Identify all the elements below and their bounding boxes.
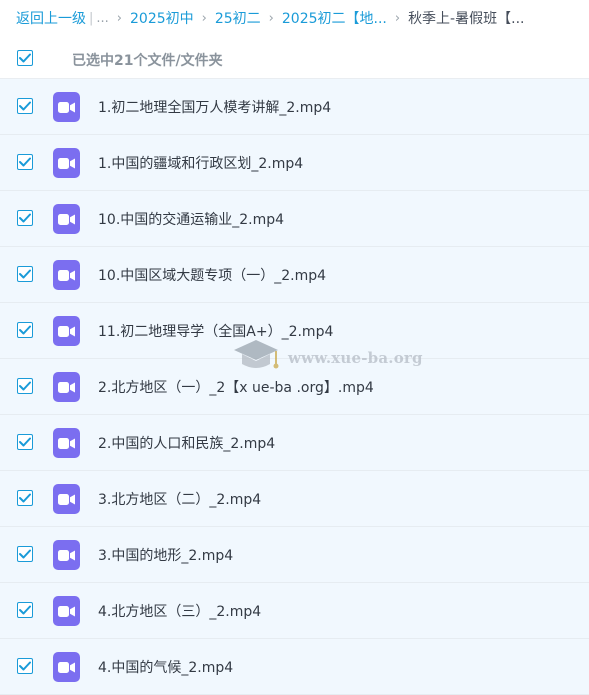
breadcrumb-separator: › bbox=[116, 10, 122, 26]
file-name[interactable]: 2.北方地区（一）_2【x ue-ba .org】.mp4 bbox=[98, 377, 374, 397]
file-checkbox[interactable] bbox=[17, 602, 33, 618]
file-row[interactable]: 10.中国的交通运输业_2.mp4 bbox=[0, 191, 589, 247]
file-checkbox[interactable] bbox=[17, 210, 33, 226]
file-name[interactable]: 10.中国的交通运输业_2.mp4 bbox=[98, 209, 284, 229]
video-file-icon bbox=[53, 652, 80, 682]
video-file-icon bbox=[53, 148, 80, 178]
checkmark-icon bbox=[19, 493, 31, 503]
breadcrumb-separator: › bbox=[394, 10, 401, 26]
file-row[interactable]: 4.中国的气候_2.mp4 bbox=[0, 639, 589, 695]
file-checkbox[interactable] bbox=[17, 378, 33, 394]
video-file-icon bbox=[53, 484, 80, 514]
file-checkbox[interactable] bbox=[17, 658, 33, 674]
breadcrumb-pipe: | bbox=[89, 10, 94, 26]
video-file-icon bbox=[53, 260, 80, 290]
file-row[interactable]: 11.初二地理导学（全国A+）_2.mp4 bbox=[0, 303, 589, 359]
checkmark-icon bbox=[19, 549, 31, 559]
file-name[interactable]: 11.初二地理导学（全国A+）_2.mp4 bbox=[98, 321, 333, 341]
video-file-icon bbox=[53, 92, 80, 122]
checkmark-icon bbox=[19, 213, 31, 223]
file-name[interactable]: 3.中国的地形_2.mp4 bbox=[98, 545, 233, 565]
file-name[interactable]: 4.北方地区（三）_2.mp4 bbox=[98, 601, 261, 621]
breadcrumb-separator: › bbox=[201, 10, 207, 26]
file-name[interactable]: 2.中国的人口和民族_2.mp4 bbox=[98, 433, 275, 453]
file-row[interactable]: 10.中国区域大题专项（一）_2.mp4 bbox=[0, 247, 589, 303]
file-checkbox[interactable] bbox=[17, 434, 33, 450]
file-name[interactable]: 1.中国的疆域和行政区划_2.mp4 bbox=[98, 153, 303, 173]
breadcrumb-item-25-grade8[interactable]: 25初二 bbox=[215, 8, 261, 28]
video-file-icon bbox=[53, 204, 80, 234]
breadcrumb-item-geography[interactable]: 2025初二【地... bbox=[282, 8, 387, 28]
file-checkbox[interactable] bbox=[17, 266, 33, 282]
checkmark-icon bbox=[19, 53, 31, 63]
breadcrumb-separator: › bbox=[268, 10, 274, 26]
file-list: 1.初二地理全国万人模考讲解_2.mp4 1.中国的疆域和行政区划_2.mp4 10… bbox=[0, 79, 589, 695]
file-row[interactable]: 1.中国的疆域和行政区划_2.mp4 bbox=[0, 135, 589, 191]
video-file-icon bbox=[53, 596, 80, 626]
video-file-icon bbox=[53, 428, 80, 458]
selection-summary: 已选中21个文件/文件夹 bbox=[72, 53, 223, 69]
checkmark-icon bbox=[19, 605, 31, 615]
file-name[interactable]: 10.中国区域大题专项（一）_2.mp4 bbox=[98, 265, 326, 285]
file-row[interactable]: 3.中国的地形_2.mp4 bbox=[0, 527, 589, 583]
selection-bar: 已选中21个文件/文件夹 bbox=[0, 40, 589, 79]
file-checkbox[interactable] bbox=[17, 154, 33, 170]
file-row[interactable]: 3.北方地区（二）_2.mp4 bbox=[0, 471, 589, 527]
file-name[interactable]: 4.中国的气候_2.mp4 bbox=[98, 657, 233, 677]
file-checkbox[interactable] bbox=[17, 490, 33, 506]
checkmark-icon bbox=[19, 437, 31, 447]
video-file-icon bbox=[53, 372, 80, 402]
back-link[interactable]: 返回上一级 bbox=[16, 8, 86, 28]
file-row[interactable]: 4.北方地区（三）_2.mp4 bbox=[0, 583, 589, 639]
file-checkbox[interactable] bbox=[17, 546, 33, 562]
file-name[interactable]: 3.北方地区（二）_2.mp4 bbox=[98, 489, 261, 509]
file-row[interactable]: 1.初二地理全国万人模考讲解_2.mp4 bbox=[0, 79, 589, 135]
checkmark-icon bbox=[19, 325, 31, 335]
select-all-checkbox[interactable] bbox=[17, 50, 33, 66]
video-file-icon bbox=[53, 540, 80, 570]
checkmark-icon bbox=[19, 101, 31, 111]
checkmark-icon bbox=[19, 157, 31, 167]
breadcrumb-current-folder: 秋季上-暑假班【... bbox=[408, 11, 525, 27]
file-row[interactable]: 2.北方地区（一）_2【x ue-ba .org】.mp4 bbox=[0, 359, 589, 415]
file-checkbox[interactable] bbox=[17, 98, 33, 114]
file-row[interactable]: 2.中国的人口和民族_2.mp4 bbox=[0, 415, 589, 471]
checkmark-icon bbox=[19, 381, 31, 391]
checkmark-icon bbox=[19, 661, 31, 671]
checkmark-icon bbox=[19, 269, 31, 279]
breadcrumb: 返回上一级 | ... › 2025初中 › 25初二 › 2025初二【地..… bbox=[0, 0, 589, 36]
breadcrumb-ellipsis[interactable]: ... bbox=[96, 11, 108, 26]
file-checkbox[interactable] bbox=[17, 322, 33, 338]
breadcrumb-item-2025-junior[interactable]: 2025初中 bbox=[130, 8, 194, 28]
video-file-icon bbox=[53, 316, 80, 346]
file-name[interactable]: 1.初二地理全国万人模考讲解_2.mp4 bbox=[98, 97, 331, 117]
